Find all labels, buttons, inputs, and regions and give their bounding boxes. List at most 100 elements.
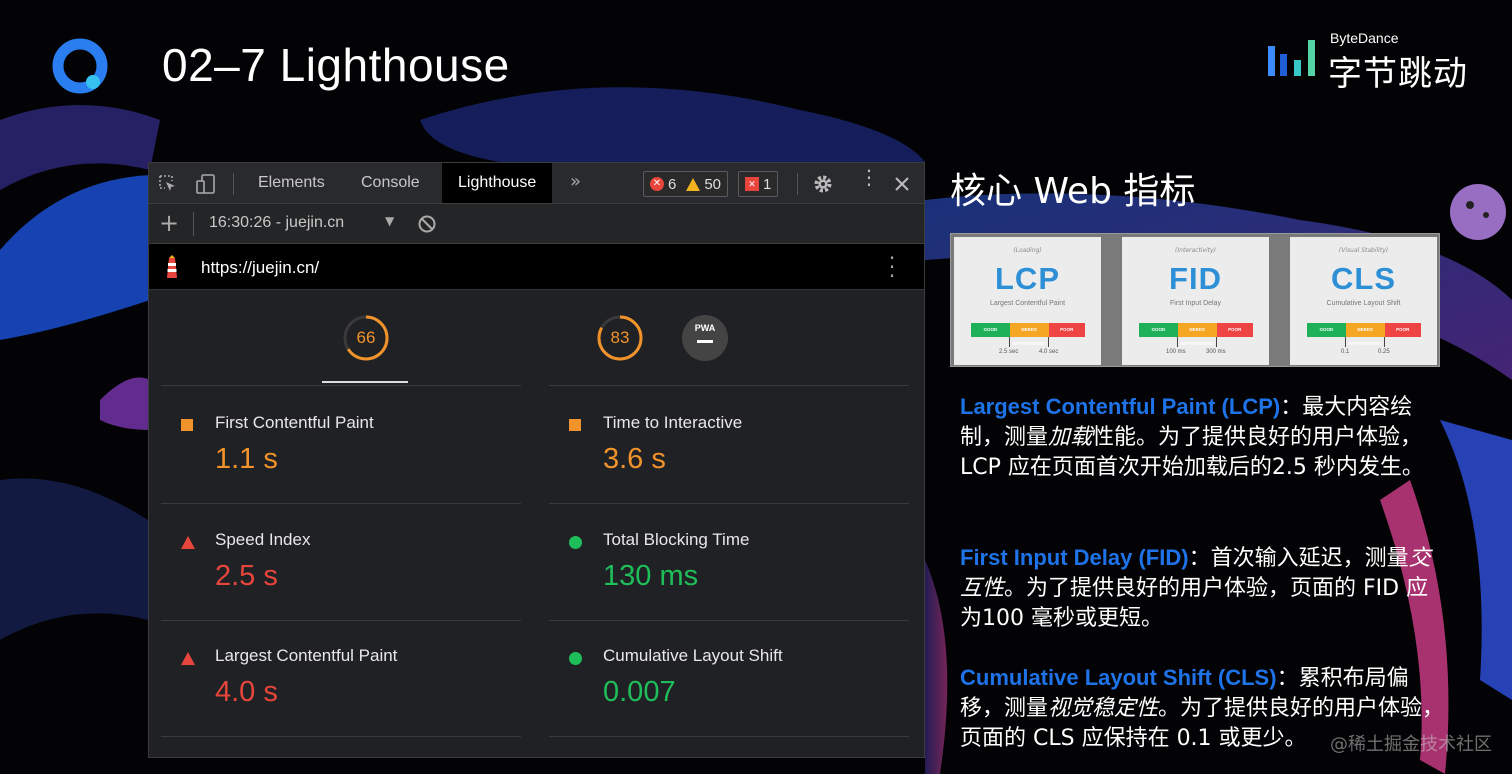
brand-english: ByteDance (1330, 30, 1399, 46)
cwv-category: (Loading) (1013, 247, 1042, 254)
report-url[interactable]: https://juejin.cn/ (201, 258, 319, 278)
cwv-abbr: CLS (1331, 261, 1396, 296)
active-gauge-underline (322, 381, 408, 383)
scale-needs-improvement: NEEDS IMPROVEMENT (1009, 323, 1049, 346)
cwv-card-fid: (Interactivity) FID First Input Delay GO… (1122, 237, 1269, 365)
cwv-category: (Visual Stability) (1338, 247, 1389, 254)
inspect-element-icon[interactable] (157, 173, 179, 195)
devtools-tabbar: Elements Console Lighthouse » ✕ 6 50 ✕ 1… (149, 163, 924, 204)
settings-gear-icon[interactable] (812, 173, 834, 195)
chevron-down-icon[interactable]: ▼ (385, 214, 394, 228)
lcp-text-em: 加载 (1048, 425, 1093, 450)
cwv-threshold-2: 4.0 sec (1039, 349, 1059, 355)
gauge-performance[interactable]: 66 (342, 314, 390, 362)
metric-label: Total Blocking Time (603, 530, 750, 549)
gauge-best-practices[interactable] (511, 314, 559, 362)
fail-indicator-icon (181, 652, 195, 665)
cwv-threshold-2: 0.25 (1378, 349, 1390, 355)
cwv-card-lcp: (Loading) LCP Largest Contentful Paint G… (954, 237, 1101, 365)
error-icon: ✕ (650, 177, 664, 191)
devtools-panel: Elements Console Lighthouse » ✕ 6 50 ✕ 1… (148, 162, 925, 758)
metric-label: Largest Contentful Paint (215, 646, 398, 665)
metric-label: Cumulative Layout Shift (603, 646, 783, 665)
report-selector[interactable]: 16:30:26 - juejin.cn (209, 214, 344, 232)
gauge-score: 83 (610, 328, 630, 347)
lcp-keyword: Largest Contentful Paint (LCP) (960, 394, 1281, 419)
issues-button[interactable]: ✕ 1 (738, 171, 779, 197)
metric-value: 0.007 (603, 676, 676, 708)
device-toolbar-icon[interactable] (195, 173, 217, 195)
tab-elements[interactable]: Elements (258, 163, 325, 203)
devtools-menu-icon[interactable]: ⋮ (859, 167, 879, 187)
metric-label: First Contentful Paint (215, 413, 374, 432)
gauge-pwa[interactable]: PWA (682, 315, 728, 361)
cwv-card-cls: (Visual Stability) CLS Cumulative Layout… (1290, 237, 1437, 365)
scale-good: GOOD (971, 323, 1010, 337)
fid-text-post: 。为了提供良好的用户体验，页面的 FID 应为100 毫秒或更短。 (960, 576, 1429, 631)
lighthouse-toolbar: + 16:30:26 - juejin.cn ▼ (149, 204, 924, 244)
bytedance-bars-icon (1268, 40, 1315, 76)
cwv-scale: GOOD NEEDS IMPROVEMENT POOR (1307, 323, 1421, 346)
new-report-icon[interactable]: + (159, 209, 179, 237)
clear-reports-icon[interactable] (417, 214, 437, 234)
bytedance-logo: ByteDance 字节跳动 (1268, 30, 1468, 94)
scale-good: GOOD (1139, 323, 1178, 337)
average-indicator-icon (181, 419, 193, 431)
cwv-threshold-1: 0.1 (1341, 349, 1350, 355)
tab-console[interactable]: Console (361, 163, 420, 203)
scale-good: GOOD (1307, 323, 1346, 337)
cwv-fullname: Cumulative Layout Shift (1326, 300, 1401, 307)
lcp-description: Largest Contentful Paint (LCP)：最大内容绘制，测量… (960, 392, 1450, 483)
cwv-abbr: LCP (995, 261, 1060, 296)
gauge-accessibility[interactable] (427, 314, 475, 362)
issues-count: 1 (763, 175, 772, 193)
metric-label: Time to Interactive (603, 413, 743, 432)
tab-lighthouse[interactable]: Lighthouse (442, 163, 553, 203)
cwv-heading: 核心 Web 指标 (950, 171, 1196, 212)
metric-label: Speed Index (215, 530, 311, 549)
console-counts-button[interactable]: ✕ 6 50 (643, 171, 729, 197)
scale-poor: POOR (1216, 323, 1253, 337)
cwv-scale: GOOD NEEDS IMPROVEMENT POOR (971, 323, 1085, 346)
more-tabs-button[interactable]: » (570, 163, 581, 203)
metric-value: 2.5 s (215, 560, 278, 592)
cwv-illustration: (Loading) LCP Largest Contentful Paint G… (950, 233, 1440, 367)
metric-total-blocking-time: Total Blocking Time 130 ms (549, 504, 869, 620)
cls-text-em: 视觉稳定性 (1048, 696, 1159, 721)
metric-value: 130 ms (603, 560, 699, 592)
gauge-seo[interactable]: 83 (596, 314, 644, 362)
fid-description: First Input Delay (FID)：首次输入延迟，测量交互性。为了提… (960, 543, 1450, 634)
gauge-score: 66 (356, 328, 376, 347)
report-menu-icon[interactable]: · · · (887, 248, 897, 286)
close-devtools-icon[interactable] (891, 173, 913, 195)
cwv-scale: GOOD NEEDS IMPROVEMENT POOR (1139, 323, 1253, 346)
pass-indicator-icon (569, 536, 582, 549)
pwa-dash-icon (697, 340, 713, 343)
scale-needs-improvement: NEEDS IMPROVEMENT (1345, 323, 1385, 346)
lighthouse-icon (167, 255, 177, 278)
metric-cumulative-layout-shift: Cumulative Layout Shift 0.007 (549, 620, 869, 736)
pwa-label: PWA (694, 323, 716, 333)
error-count: 6 (668, 175, 677, 193)
report-url-bar: https://juejin.cn/ · · · (149, 244, 924, 290)
issues-icon: ✕ (745, 177, 759, 191)
scale-poor: POOR (1048, 323, 1085, 337)
metric-first-contentful-paint: First Contentful Paint 1.1 s (161, 387, 481, 503)
cls-keyword: Cumulative Layout Shift (CLS) (960, 665, 1277, 690)
fid-keyword: First Input Delay (FID) (960, 545, 1189, 570)
metric-value: 4.0 s (215, 676, 278, 708)
score-gauges: 66 83 PWA (149, 290, 924, 385)
watermark: @稀土掘金技术社区 (1330, 734, 1492, 755)
metrics-grid: First Contentful Paint 1.1 s Time to Int… (149, 385, 924, 757)
metric-speed-index: Speed Index 2.5 s (161, 504, 481, 620)
metric-value: 1.1 s (215, 443, 278, 475)
scale-needs-improvement: NEEDS IMPROVEMENT (1177, 323, 1217, 346)
metric-time-to-interactive: Time to Interactive 3.6 s (549, 387, 869, 503)
cwv-threshold-1: 2.5 sec (999, 349, 1019, 355)
metric-value: 3.6 s (603, 443, 666, 475)
slide-title: 02–7 Lighthouse (162, 39, 510, 91)
pass-indicator-icon (569, 652, 582, 665)
course-logo-icon (52, 38, 108, 94)
cwv-abbr: FID (1169, 261, 1222, 296)
slide: 74 92 02–7 Lighthouse ByteDance 字节跳动 (0, 0, 1512, 774)
